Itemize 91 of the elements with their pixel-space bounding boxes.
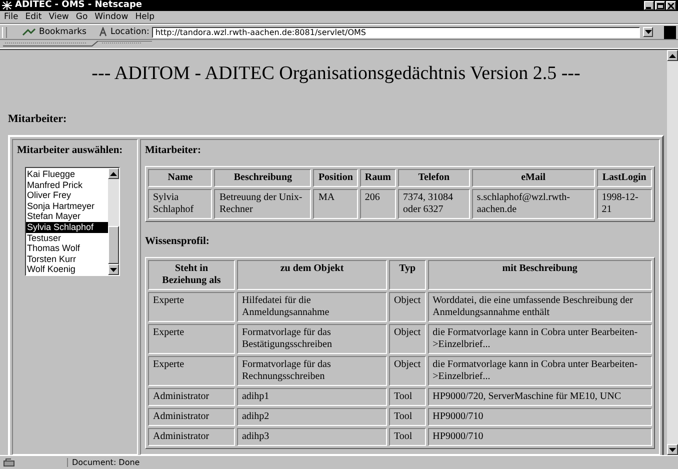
table-title: Mitarbeiter: <box>145 145 202 156</box>
location-field[interactable]: http://tandora.wzl.rwth-aachen.de:8081/servlet/OMS <box>152 26 640 38</box>
table-cell: Formatvorlage für das Rechnungsschreiben <box>236 356 388 386</box>
page-heading: --- ADITOM - ADITEC Organisationsgedächtnis Version 2.5 --- <box>90 62 582 86</box>
list-item[interactable]: Wolf Koenig <box>26 264 108 275</box>
table-cell: adihp2 <box>236 408 388 426</box>
table-title: Wissensprofil: <box>145 236 210 247</box>
scroll-down-button[interactable] <box>667 444 678 455</box>
minimize-button[interactable] <box>644 1 654 10</box>
table-cell: s.schlaphof@wzl.rwth-aachen.de <box>472 189 595 219</box>
close-icon <box>668 2 674 8</box>
down-arrow-icon <box>669 448 676 452</box>
location-label: Location: <box>110 27 150 37</box>
table-cell: MA <box>313 189 358 219</box>
employee-listbox[interactable]: Kai Fluegge Manfred Prick Oliver Frey Sonja Hartmeyer Stefan Mayer Sylvia Schlaphof Testuser Thomas Wolf Torsten Kurr Wolf Koenig <box>25 167 120 276</box>
list-item[interactable]: Testuser <box>26 232 108 244</box>
column-header: Typ <box>389 260 426 290</box>
table-cell: Administrator <box>148 388 235 406</box>
table-cell: Object <box>389 356 426 386</box>
table-cell: Betreuung der Unix-Rechner <box>214 189 312 219</box>
table-cell: Object <box>389 292 426 322</box>
table-cell: Sylvia Schlaphof <box>148 189 212 219</box>
table-cell: Experte <box>148 292 235 322</box>
table-cell: 206 <box>360 189 396 219</box>
bookmark-icon <box>22 28 36 36</box>
scroll-up-button[interactable] <box>667 50 678 61</box>
menu-item[interactable]: Window <box>94 12 128 22</box>
list-item[interactable]: Thomas Wolf <box>26 243 108 254</box>
section-title: Mitarbeiter: <box>8 113 68 125</box>
column-header: Name <box>148 169 212 187</box>
table-cell: adihp3 <box>236 428 388 446</box>
table-cell: 1998-12-21 <box>596 189 652 219</box>
table-cell: Tool <box>389 428 426 446</box>
table-cell: Experte <box>148 324 235 354</box>
up-arrow-icon <box>669 54 676 58</box>
selector-title: Mitarbeiter auswählen: <box>17 145 124 156</box>
table-cell: die Formatvorlage kann in Cobra unter Bearbeiten->Einzelbrief... <box>428 356 652 386</box>
column-header: Raum <box>360 169 396 187</box>
table-cell: Object <box>389 324 426 354</box>
down-arrow-icon <box>110 268 117 272</box>
column-header: Telefon <box>398 169 470 187</box>
table-cell: die Formatvorlage kann in Cobra unter Bearbeiten->Einzelbrief... <box>428 324 652 354</box>
scroll-down-button[interactable] <box>108 264 119 275</box>
column-header: Beschreibung <box>214 169 312 187</box>
column-header: Steht in Beziehung als <box>148 260 235 290</box>
menu-item[interactable]: Help <box>135 12 155 22</box>
table-cell: Experte <box>148 356 235 386</box>
table-cell: adihp1 <box>236 388 388 406</box>
dropdown-button[interactable] <box>643 27 653 37</box>
toolbar-grip[interactable] <box>2 26 7 38</box>
up-arrow-icon <box>110 172 117 176</box>
list-item[interactable]: Manfred Prick <box>26 180 108 190</box>
menu-item[interactable]: File <box>4 12 18 22</box>
column-header: eMail <box>472 169 595 187</box>
table-cell: Administrator <box>148 408 235 426</box>
column-header: LastLogin <box>596 169 652 187</box>
table-cell: Administrator <box>148 428 235 446</box>
list-item[interactable]: Torsten Kurr <box>26 254 108 264</box>
security-icon <box>3 458 15 467</box>
column-header: zu dem Objekt <box>236 260 388 290</box>
column-header: mit Beschreibung <box>428 260 652 290</box>
app-icon <box>2 1 12 10</box>
bookmarks-button[interactable]: Bookmarks <box>39 27 86 37</box>
close-button[interactable] <box>666 1 676 10</box>
table-cell: HP9000/720, ServerMaschine für ME10, UNC <box>428 388 652 406</box>
window-title: ADITEC - OMS - Netscape <box>15 0 144 11</box>
list-item[interactable]: Sylvia Schlaphof <box>26 222 108 233</box>
list-item[interactable]: Oliver Frey <box>26 190 108 201</box>
maximize-button[interactable] <box>655 1 665 10</box>
table-cell: HP9000/710 <box>428 428 652 446</box>
list-item[interactable]: Stefan Mayer <box>26 211 108 222</box>
table-cell: Formatvorlage für das Bestätigungsschreiben <box>236 324 388 354</box>
maximize-icon <box>656 2 664 8</box>
list-item[interactable]: Sonja Hartmeyer <box>26 200 108 212</box>
menu-item[interactable]: Edit <box>25 12 42 22</box>
table-cell: HP9000/710 <box>428 408 652 426</box>
tab-handle-icon <box>2 41 152 47</box>
location-icon <box>98 27 108 37</box>
menu-item[interactable]: Go <box>76 12 88 22</box>
table-cell: Tool <box>389 408 426 426</box>
table-cell: Worddatei, die eine umfassende Beschreibung der Anmeldungsannahme enthält <box>428 292 652 322</box>
table-cell: Tool <box>389 388 426 406</box>
column-header: Position <box>313 169 358 187</box>
table-cell: 7374, 31084 oder 6327 <box>398 189 470 219</box>
menu-item[interactable]: View <box>48 12 69 22</box>
list-item[interactable]: Kai Fluegge <box>26 169 108 180</box>
scroll-up-button[interactable] <box>108 168 119 179</box>
table-cell: Hilfedatei für die Anmeldungsannahme <box>236 292 388 322</box>
status-text: Document: Done <box>67 458 140 467</box>
scrollbar-thumb[interactable] <box>108 226 119 264</box>
caret-icon <box>644 30 652 34</box>
